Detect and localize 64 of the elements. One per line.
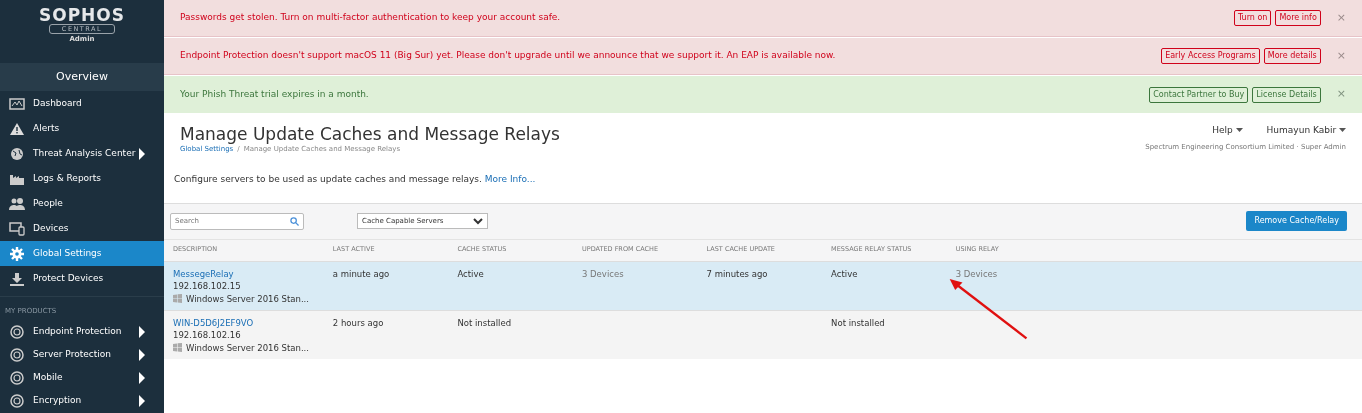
sidebar-item[interactable]: Encryption <box>0 389 164 413</box>
os-label: Windows Server 2016 Stan... <box>186 341 309 354</box>
remove-button[interactable]: Remove Cache/Relay <box>1246 211 1347 231</box>
expand-arrow-icon[interactable] <box>138 147 146 160</box>
description-text: Configure servers to be used as update caches and message relays. <box>174 173 483 184</box>
alert-button[interactable]: More info <box>1275 10 1321 26</box>
table-cell: Active <box>457 268 484 279</box>
page-title: Manage Update Caches and Message Relays <box>180 124 560 144</box>
device-count: 3 Devices <box>955 268 998 279</box>
os-label: Windows Server 2016 Stan... <box>186 292 309 305</box>
sidebar-item[interactable]: People <box>0 191 164 216</box>
alert-message: Endpoint Protection doesn't support macOS 11 (Big Sur) yet. Please don't upgrade until we announce that we support it. An EAP is available now. <box>180 49 837 63</box>
expand-arrow-icon[interactable] <box>138 349 146 361</box>
sidebar-item[interactable]: Alerts <box>0 116 164 141</box>
chevron-down-icon <box>473 217 483 225</box>
ip-address: 192.168.102.15 <box>173 280 242 293</box>
table-cell: Active <box>831 268 858 279</box>
alert-button[interactable]: More details <box>1263 48 1321 64</box>
sidebar-item[interactable]: Logs & Reports <box>0 166 164 191</box>
caret-icon <box>1339 128 1346 133</box>
table-row[interactable]: WIN-D5D6J2EF9VO 192.168.102.16 Windows Server 2016 Stan... 2 hours ago Not installed Not installed <box>164 310 1362 359</box>
table-cell: Not installed <box>457 317 512 328</box>
sidebar-item[interactable]: Endpoint Protection <box>0 320 164 344</box>
expand-arrow-icon[interactable] <box>138 326 146 338</box>
windows-icon <box>173 294 182 304</box>
sidebar-item[interactable]: Global Settings <box>0 241 164 266</box>
alert-message: Your Phish Threat trial expires in a month. <box>180 87 370 101</box>
alert-icon <box>9 121 25 136</box>
table-cell: a minute ago <box>332 268 390 279</box>
expand-arrow-icon[interactable] <box>138 372 146 384</box>
sidebar-item[interactable]: Threat Analysis Center <box>0 141 164 166</box>
windows-icon <box>173 343 182 353</box>
people-icon <box>9 196 25 211</box>
table-cell: 2 hours ago <box>332 317 384 328</box>
server-name-link[interactable]: MessegeRelay <box>173 267 315 280</box>
server-name-link[interactable]: WIN-D5D6J2EF9VO <box>173 316 315 329</box>
download-icon <box>9 271 25 286</box>
alert-button[interactable]: License Details <box>1252 86 1321 103</box>
search-icon <box>290 216 299 226</box>
expand-arrow-icon[interactable] <box>138 395 146 407</box>
sidebar-item[interactable]: Devices <box>0 216 164 241</box>
brand-logo: SOPHOS <box>38 6 126 24</box>
sidebar-item[interactable]: Server Protection <box>0 343 164 367</box>
table-row[interactable]: MessegeRelay 192.168.102.15 Windows Server 2016 Stan... a minute ago Active 3 Devices 7 minutes ago Active 3 Devices <box>164 261 1362 310</box>
alert-message: Passwords get stolen. Turn on multi-factor authentication to keep your account safe. <box>180 11 562 25</box>
ip-address: 192.168.102.16 <box>173 329 242 342</box>
device-count: 3 Devices <box>581 268 624 279</box>
sidebar-item[interactable]: Dashboard <box>0 91 164 116</box>
user-menu[interactable]: Humayun Kabir <box>1266 124 1346 138</box>
table-cell: 7 minutes ago <box>706 268 768 279</box>
devices-icon <box>9 221 25 236</box>
sidebar-item[interactable]: Mobile <box>0 366 164 390</box>
caret-icon <box>1235 128 1243 133</box>
alert-button[interactable]: Early Access Programs <box>1161 48 1260 64</box>
alert-button[interactable]: Contact Partner to Buy <box>1149 86 1249 103</box>
help-menu[interactable]: Help <box>1212 124 1243 138</box>
sidebar-heading: Overview <box>0 63 164 91</box>
settings-icon <box>9 246 25 261</box>
globe-icon <box>9 146 25 161</box>
alert-button[interactable]: Turn on <box>1233 10 1272 26</box>
sidebar-item[interactable]: Protect Devices <box>0 266 164 291</box>
table-cell: Not installed <box>831 317 885 328</box>
more-info-link[interactable]: More Info... <box>484 173 536 184</box>
dashboard-icon <box>9 96 25 111</box>
